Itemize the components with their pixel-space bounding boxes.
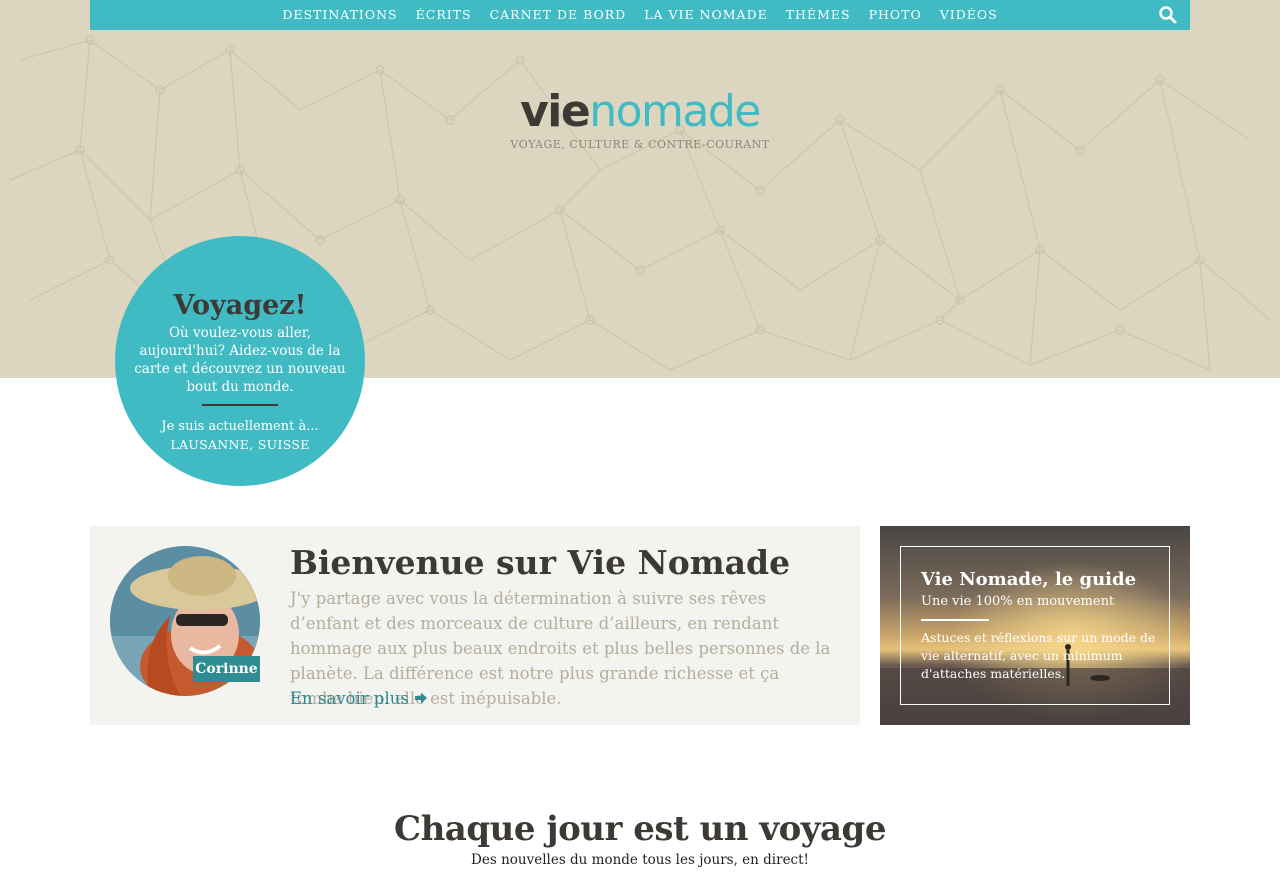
welcome-box: Corinne Bienvenue sur Vie Nomade J'y par… (90, 526, 860, 725)
nav-item-ecrits[interactable]: ÉCRITS (407, 0, 481, 30)
current-location: LAUSANNE, SUISSE (170, 437, 310, 452)
nav-item-la-vie-nomade[interactable]: LA VIE NOMADE (635, 0, 777, 30)
site-logo[interactable]: vienomade VOYAGE, CULTURE & CONTRE-COURA… (0, 88, 1280, 152)
nav-menu: DESTINATIONS ÉCRITS CARNET DE BORD LA VI… (90, 0, 1190, 30)
section-subtitle: Des nouvelles du monde tous les jours, e… (471, 852, 809, 868)
guide-divider (921, 619, 989, 621)
guide-text: Astuces et réflexions sur un mode de vie… (921, 630, 1156, 681)
search-icon (1159, 6, 1177, 24)
nav-item-themes[interactable]: THÈMES (777, 0, 860, 30)
guide-card[interactable]: Vie Nomade, le guide Une vie 100% en mou… (880, 526, 1190, 725)
nav-item-videos[interactable]: VIDÉOS (931, 0, 1007, 30)
read-more-label: En savoir plus (290, 689, 409, 708)
guide-subtitle: Une vie 100% en mouvement (921, 594, 1115, 609)
nav-item-photo[interactable]: PHOTO (860, 0, 931, 30)
arrow-right-icon (415, 692, 428, 704)
search-button[interactable] (1158, 5, 1178, 25)
logo-nomade: nomade (589, 86, 761, 137)
circle-title: Voyagez! (173, 290, 307, 321)
circle-text: Où voulez-vous aller, aujourd'hui? Aidez… (134, 325, 346, 395)
nav-item-destinations[interactable]: DESTINATIONS (273, 0, 406, 30)
guide-title: Vie Nomade, le guide (921, 569, 1137, 590)
nav-item-carnet-de-bord[interactable]: CARNET DE BORD (481, 0, 636, 30)
avatar-name-tag: Corinne (193, 656, 260, 682)
top-navigation: DESTINATIONS ÉCRITS CARNET DE BORD LA VI… (90, 0, 1190, 30)
guide-frame: Vie Nomade, le guide Une vie 100% en mou… (900, 546, 1170, 705)
welcome-title: Bienvenue sur Vie Nomade (290, 543, 791, 582)
voyagez-circle: Voyagez! Où voulez-vous aller, aujourd'h… (115, 236, 365, 486)
section-title: Chaque jour est un voyage (394, 809, 886, 849)
site-tagline: VOYAGE, CULTURE & CONTRE-COURANT (510, 138, 770, 151)
logo-vie: vie (520, 86, 591, 137)
logo-wordmark: vienomade (0, 88, 1280, 136)
read-more-link[interactable]: En savoir plus (290, 686, 428, 711)
current-location-label: Je suis actuellement à... (161, 419, 319, 434)
circle-divider (202, 404, 278, 406)
